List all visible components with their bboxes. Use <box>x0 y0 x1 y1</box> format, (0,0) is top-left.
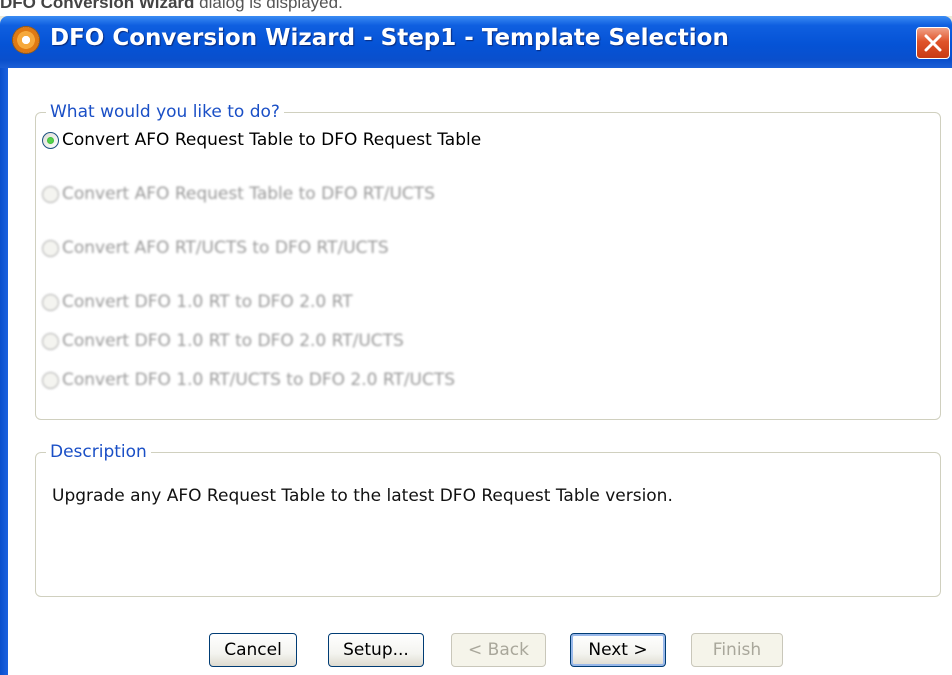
radio-button[interactable] <box>42 185 59 203</box>
window-left-border <box>0 68 8 675</box>
cancel-button[interactable]: Cancel <box>209 633 297 667</box>
description-text: Upgrade any AFO Request Table to the lat… <box>52 486 673 506</box>
wizard-dialog: DFO Conversion Wizard - Step1 - Template… <box>0 16 952 675</box>
option-dfo1-rt-to-dfo2-rt-ucts[interactable]: Convert DFO 1.0 RT to DFO 2.0 RT/UCTS <box>42 326 404 356</box>
option-label: Convert AFO Request Table to DFO Request… <box>62 130 482 150</box>
description-legend: Description <box>50 442 147 462</box>
title-bar[interactable]: DFO Conversion Wizard - Step1 - Template… <box>0 16 952 68</box>
option-label: Convert DFO 1.0 RT to DFO 2.0 RT/UCTS <box>62 331 404 351</box>
option-label: Convert AFO RT/UCTS to DFO RT/UCTS <box>62 238 389 258</box>
document-caption-rest: dialog is displayed. <box>194 0 343 12</box>
back-button[interactable]: < Back <box>451 633 546 667</box>
document-caption-bold: DFO Conversion Wizard <box>0 0 195 12</box>
description-group: Description <box>35 442 941 597</box>
app-logo-icon <box>13 27 39 53</box>
radio-button[interactable] <box>42 131 59 149</box>
radio-button[interactable] <box>42 293 59 311</box>
radio-button[interactable] <box>42 332 59 350</box>
setup-button[interactable]: Setup... <box>328 633 424 667</box>
window-title: DFO Conversion Wizard - Step1 - Template… <box>50 25 729 51</box>
document-caption: DFO Conversion Wizard dialog is displaye… <box>0 0 343 17</box>
radio-button[interactable] <box>42 371 59 389</box>
close-icon <box>924 34 942 52</box>
option-afo-rt-ucts-to-dfo-rt-ucts[interactable]: Convert AFO RT/UCTS to DFO RT/UCTS <box>42 233 389 263</box>
option-label: Convert DFO 1.0 RT/UCTS to DFO 2.0 RT/UC… <box>62 370 456 390</box>
option-afo-rt-to-dfo-rt-ucts[interactable]: Convert AFO Request Table to DFO RT/UCTS <box>42 179 435 209</box>
finish-button[interactable]: Finish <box>691 633 783 667</box>
radio-button[interactable] <box>42 239 59 257</box>
option-label: Convert AFO Request Table to DFO RT/UCTS <box>62 184 435 204</box>
dialog-content: What would you like to do? Convert AFO R… <box>8 68 952 675</box>
option-dfo1-rt-to-dfo2-rt[interactable]: Convert DFO 1.0 RT to DFO 2.0 RT <box>42 287 353 317</box>
options-legend: What would you like to do? <box>50 102 280 122</box>
close-button[interactable] <box>916 27 950 59</box>
option-label: Convert DFO 1.0 RT to DFO 2.0 RT <box>62 292 353 312</box>
next-button[interactable]: Next > <box>570 633 666 667</box>
option-dfo1-rt-ucts-to-dfo2-rt-ucts[interactable]: Convert DFO 1.0 RT/UCTS to DFO 2.0 RT/UC… <box>42 365 455 395</box>
option-afo-rt-to-dfo-rt[interactable]: Convert AFO Request Table to DFO Request… <box>42 125 481 155</box>
